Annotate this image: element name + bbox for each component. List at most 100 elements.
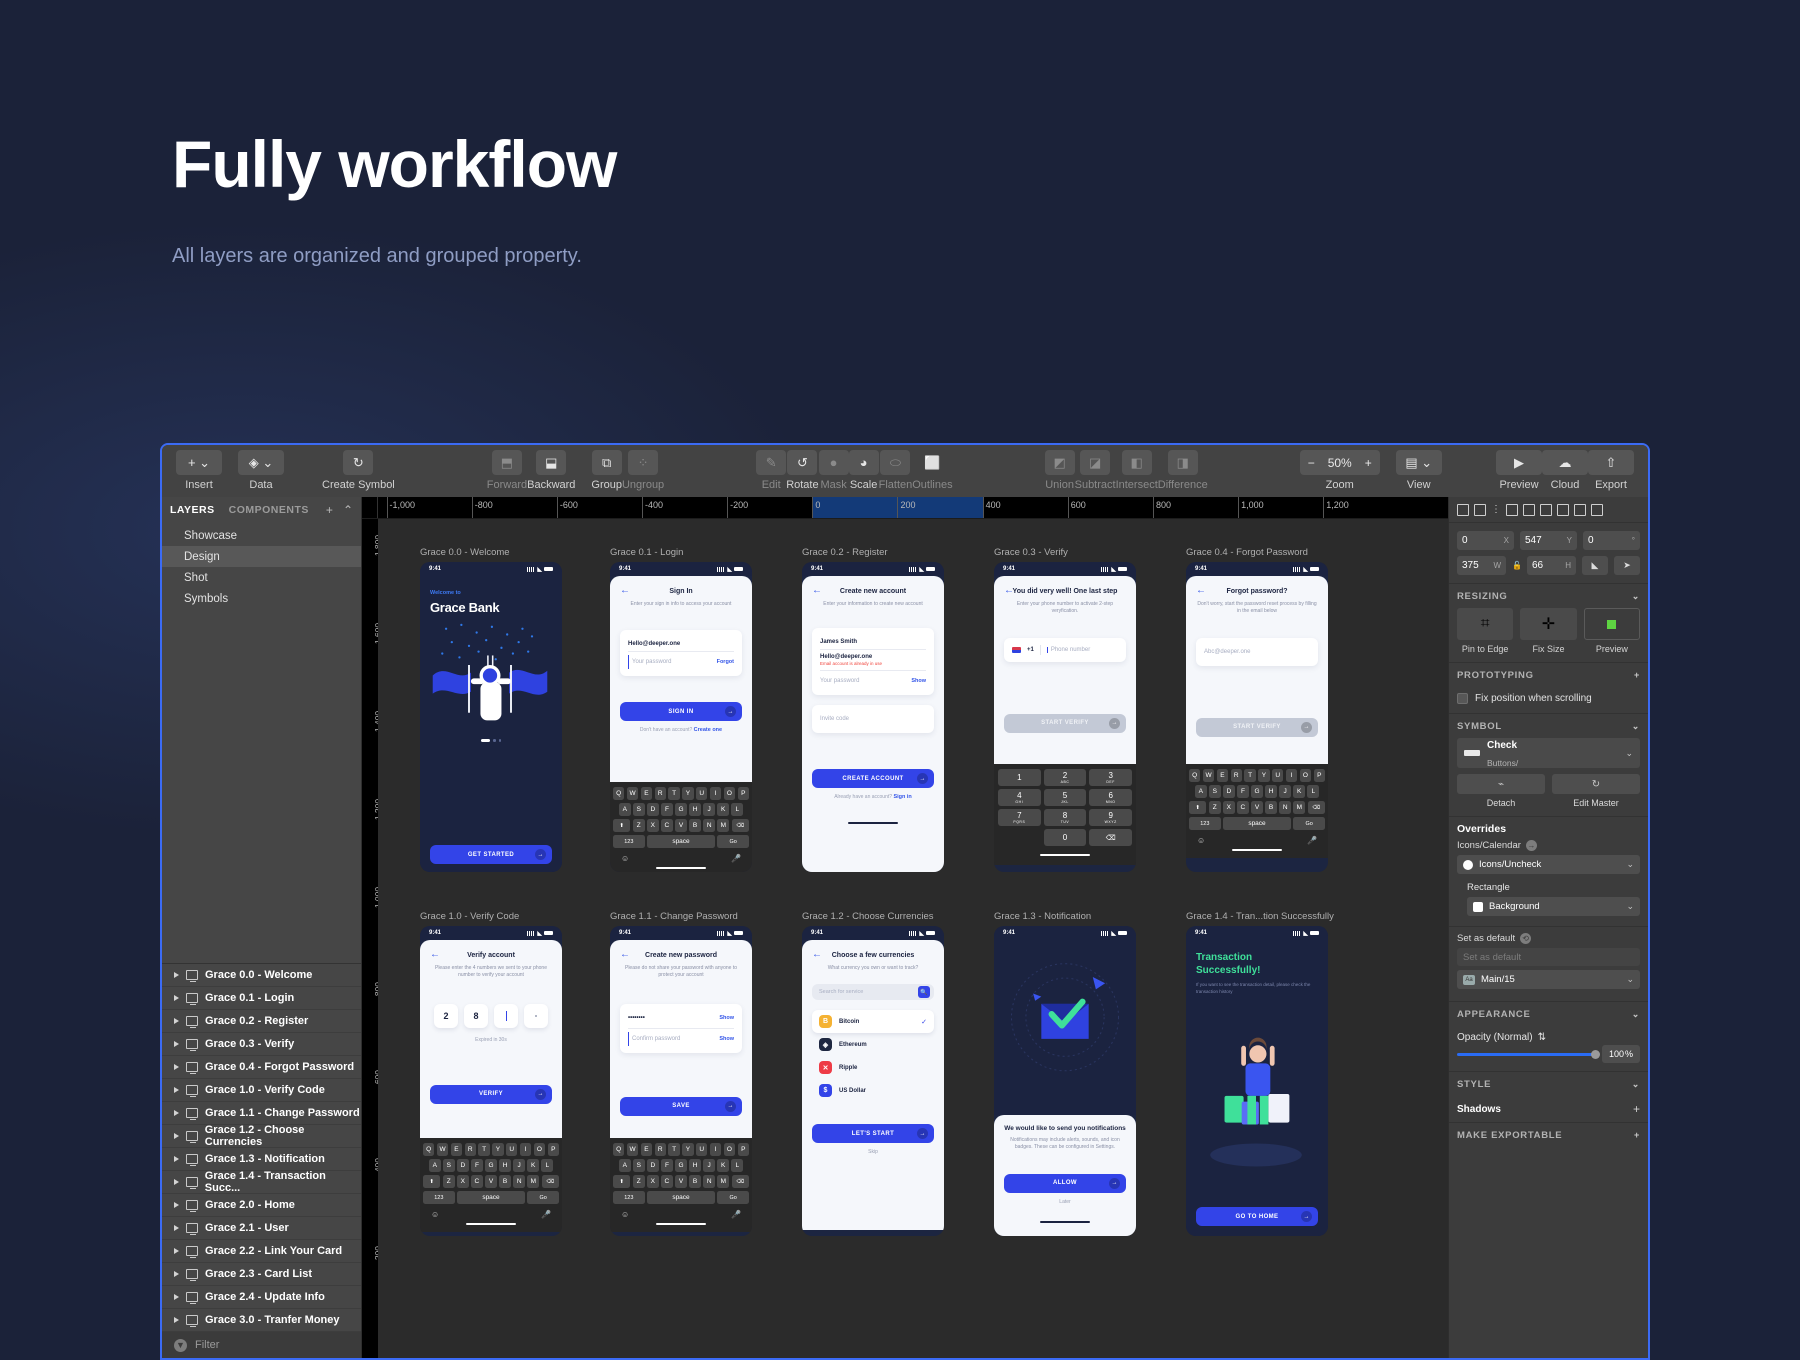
toolbar-forward[interactable]: ⬒ Forward [487,450,527,491]
back-icon[interactable]: ← [812,950,822,960]
key-F[interactable]: F [471,1159,483,1172]
blend-mode-stepper-icon[interactable]: ⇅ [1538,1032,1546,1043]
layer-row[interactable]: Grace 1.0 - Verify Code [162,1079,361,1102]
key-R[interactable]: R [654,1143,666,1156]
toolbar-flatten[interactable]: ⬭ Flatten [879,450,912,491]
numpad-key-3[interactable]: 3 DEF [1089,769,1133,786]
export-icon[interactable]: ⇧ [1588,450,1634,475]
resizing-section-header[interactable]: RESIZING ⌄ [1449,584,1648,608]
search-icon[interactable]: 🔍 [918,986,930,999]
numpad-key-8[interactable]: 8 TUV [1043,809,1087,826]
key-X[interactable]: X [647,1175,659,1188]
create-one-link[interactable]: Create one [694,727,722,733]
mic-icon[interactable]: 🎤 [731,854,741,863]
chevron-down-icon[interactable]: ⌄ [1632,1009,1640,1020]
reset-icon[interactable]: ⟲ [1520,933,1532,944]
expand-caret-icon[interactable] [174,1294,179,1300]
key-F[interactable]: F [661,803,673,816]
key-Q[interactable]: Q [613,787,625,800]
key-Y[interactable]: Y [1258,769,1270,782]
toolbar-data[interactable]: ◈ ⌄ Data [238,450,284,491]
key-T[interactable]: T [478,1143,490,1156]
layer-row[interactable]: Grace 0.2 - Register [162,1010,361,1033]
slider-knob[interactable] [1591,1049,1600,1059]
primary-cta-button[interactable]: SAVE → [620,1096,742,1116]
toolbar-backward[interactable]: ⬓ Backward [527,450,575,491]
key-Z[interactable]: Z [442,1175,455,1188]
layer-row[interactable]: Grace 0.4 - Forgot Password [162,1056,361,1079]
scale-icon[interactable]: ◕ [848,450,879,475]
numpad-key-4[interactable]: 4 GHI [998,789,1041,806]
plus-icon[interactable]: + ⌄ [176,450,222,475]
mic-icon[interactable]: 🎤 [541,1210,551,1219]
expand-caret-icon[interactable] [174,1317,179,1323]
layer-row[interactable]: Grace 0.1 - Login [162,987,361,1010]
artboard-verify[interactable]: Grace 0.3 - Verify 9:41 ◣ ← You did very wel… [994,547,1136,872]
y-field[interactable]: 547 Y [1520,531,1577,550]
key-H[interactable]: H [1265,785,1277,798]
otp-digit-2[interactable]: 8 [464,1003,488,1028]
artboard-label[interactable]: Grace 0.0 - Welcome [420,547,562,558]
key-V[interactable]: V [675,1175,687,1188]
key-L[interactable]: L [731,1159,744,1172]
primary-cta-button[interactable]: START VERIFY → [1196,717,1318,737]
key-N[interactable]: N [513,1175,525,1188]
key-J[interactable]: J [703,803,715,816]
password-field[interactable]: •••••••• [628,1011,645,1025]
fix-position-checkbox[interactable] [1457,693,1468,704]
key-F[interactable]: F [1237,785,1249,798]
toolbar-cloud[interactable]: ☁ Cloud [1542,450,1588,491]
expand-caret-icon[interactable] [174,1156,179,1162]
height-field[interactable]: 66 H [1527,556,1576,575]
toolbar-subtract[interactable]: ◪ Subtract [1075,450,1116,491]
numpad-key-0[interactable]: 0 [1043,829,1087,846]
align-top-icon[interactable] [1506,503,1518,516]
emoji-icon[interactable]: ☺ [621,854,629,863]
toolbar-edit[interactable]: ✎ Edit [756,450,787,491]
primary-cta-button[interactable]: GO TO HOME → [1196,1207,1318,1226]
artboard-transaction[interactable]: Grace 1.4 - Tran...tion Successfully 9:41… [1186,911,1334,1236]
key-N[interactable]: N [1279,801,1291,814]
rotate-icon[interactable]: ↺ [787,450,818,475]
artboard-register[interactable]: Grace 0.2 - Register 9:41 ◣ ← Create new acc… [802,547,944,872]
symbol-selector[interactable]: Check Buttons/ ⌄ [1457,738,1640,768]
shift-key[interactable]: ⬆ [423,1175,441,1188]
primary-cta-button[interactable]: LET'S START → [812,1124,934,1144]
detach-button[interactable]: ⌁ Detach [1457,774,1545,808]
key-T[interactable]: T [1244,769,1256,782]
rotation-field[interactable]: 0 ° [1583,531,1640,550]
key-B[interactable]: B [689,819,701,832]
mic-icon[interactable]: 🎤 [1307,836,1317,845]
artboard-label[interactable]: Grace 1.0 - Verify Code [420,911,562,922]
opacity-slider[interactable] [1457,1049,1600,1059]
artboard-label[interactable]: Grace 1.4 - Tran...tion Successfully [1186,911,1334,922]
prototyping-section-header[interactable]: PROTOTYPING + [1449,663,1648,687]
toolbar-scale[interactable]: ◕ Scale [848,450,879,491]
key-Q[interactable]: Q [423,1143,435,1156]
key-U[interactable]: U [696,787,708,800]
key-B[interactable]: B [689,1175,701,1188]
key-E[interactable]: E [450,1143,463,1156]
key-O[interactable]: O [533,1143,546,1156]
subtract-icon[interactable]: ◪ [1080,450,1111,475]
layers-filter[interactable]: ▼ Filter [162,1332,361,1358]
key-C[interactable]: C [1237,801,1249,814]
name-field[interactable]: James Smith [820,635,926,649]
artboard-label[interactable]: Grace 1.3 - Notification [994,911,1136,922]
sign-in-link[interactable]: Sign in [893,794,911,800]
expand-caret-icon[interactable] [174,972,179,978]
key-W[interactable]: W [1202,769,1215,782]
artboard-forgot[interactable]: Grace 0.4 - Forgot Password 9:41 ◣ ← Forgot … [1186,547,1328,872]
key-Y[interactable]: Y [682,1143,694,1156]
go-key[interactable]: Go [1293,817,1325,830]
backspace-key[interactable]: ⌫ [541,1175,559,1188]
key-P[interactable]: P [737,787,749,800]
key-M[interactable]: M [1293,801,1306,814]
zoom-out-button[interactable]: − [1308,456,1315,470]
key-A[interactable]: A [428,1159,441,1172]
key-W[interactable]: W [626,1143,639,1156]
page-item-shot[interactable]: Shot [162,567,361,588]
add-prototype-icon[interactable]: + [1634,670,1640,680]
key-C[interactable]: C [661,819,673,832]
phone-frame[interactable]: 9:41 ◣ We would like to send you notificat… [994,926,1136,1236]
